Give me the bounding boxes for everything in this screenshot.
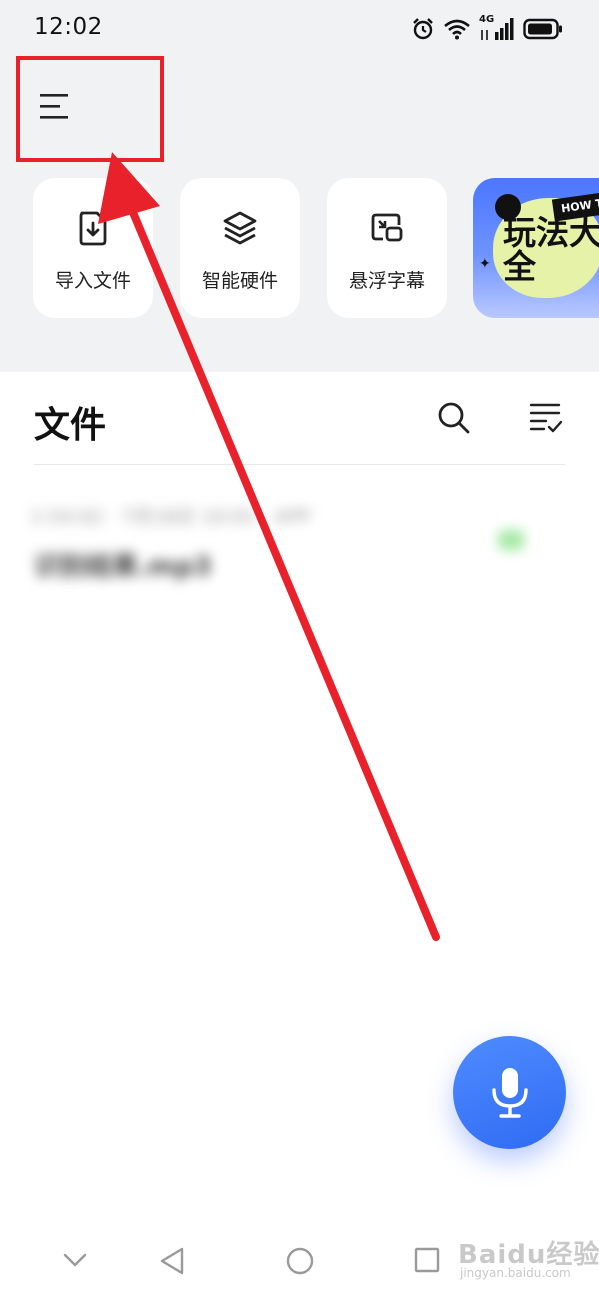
record-button[interactable]: [453, 1036, 566, 1149]
file-import-icon: [79, 211, 107, 246]
floating-caption-label: 悬浮字幕: [348, 270, 425, 292]
watermark: Baidu经验 jingyan.baidu.com: [458, 1234, 599, 1286]
files-header: 文件: [34, 396, 565, 446]
microphone-icon: [492, 1068, 528, 1118]
quick-actions: 导入文件 智能硬件 悬浮字幕 HOW TO ✦ 玩法大全: [33, 178, 599, 318]
smart-hardware-label: 智能硬件: [201, 270, 278, 292]
status-time: 12:02: [34, 14, 103, 40]
chevron-down-icon[interactable]: [62, 1246, 88, 1272]
floating-window-icon: [371, 213, 403, 242]
watermark-sub: jingyan.baidu.com: [460, 1266, 571, 1280]
floating-caption-card[interactable]: 悬浮字幕: [327, 178, 447, 318]
back-icon[interactable]: [158, 1246, 186, 1276]
import-file-label: 导入文件: [54, 270, 131, 292]
home-icon[interactable]: [285, 1246, 315, 1276]
sparkle-icon: ✦: [479, 256, 491, 272]
alarm-icon: [413, 18, 433, 40]
wifi-icon: [444, 19, 470, 40]
file-name: 识别结果.mp3: [34, 552, 212, 582]
promo-title: 玩法大全: [503, 213, 599, 286]
file-list-item[interactable]: 1:54:02 · 7月18日 10:01 · APP 识别结果.mp3: [30, 492, 570, 592]
layers-icon: [223, 211, 257, 245]
divider: [34, 464, 565, 465]
menu-icon: [40, 94, 68, 119]
file-meta: 1:54:02 · 7月18日 10:01 · APP: [30, 506, 311, 528]
battery-icon: [523, 18, 562, 40]
search-icon[interactable]: [436, 400, 472, 436]
list-check-icon[interactable]: [528, 400, 564, 436]
status-bar: 12:02 4G: [0, 0, 599, 58]
signal-icon: 4G: [479, 14, 515, 42]
smart-hardware-card[interactable]: 智能硬件: [180, 178, 300, 318]
promo-banner[interactable]: HOW TO ✦ 玩法大全: [473, 178, 599, 318]
status-icons: 4G: [411, 14, 563, 44]
files-title: 文件: [34, 405, 107, 446]
file-status-icon: [498, 530, 524, 550]
import-file-card[interactable]: 导入文件: [33, 178, 153, 318]
recents-icon[interactable]: [413, 1246, 441, 1274]
menu-button[interactable]: [16, 56, 164, 162]
